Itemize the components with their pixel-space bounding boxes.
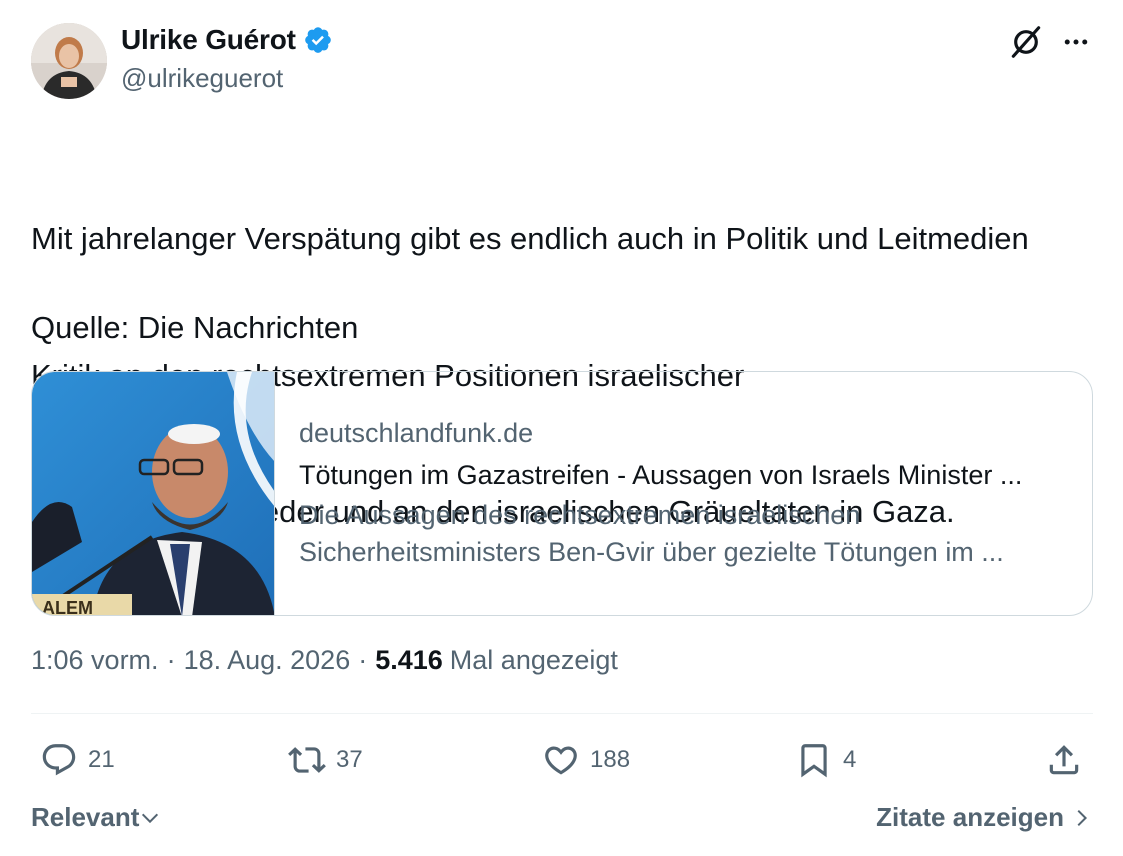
repost-icon	[288, 747, 326, 773]
quotes-label: Zitate anzeigen	[876, 802, 1064, 832]
more-icon	[1064, 39, 1088, 45]
chevron-down-icon	[142, 813, 159, 823]
grok-button[interactable]	[1006, 22, 1046, 62]
reply-button[interactable]: 21	[40, 738, 115, 782]
tweet-source-line: Quelle: Die Nachrichten	[31, 310, 359, 345]
tweet-time[interactable]: 1:06 vorm.	[31, 645, 159, 676]
card-description-line: Sicherheitsministers Ben-Gvir über gezie…	[299, 537, 1004, 567]
views-count[interactable]: 5.416	[375, 645, 443, 676]
card-description-line: Die Aussagen des rechtsextremen israelis…	[299, 500, 861, 530]
sort-label: Relevant	[31, 802, 140, 832]
more-button[interactable]	[1056, 22, 1096, 62]
bookmark-count: 4	[843, 746, 857, 773]
meta-separator: ·	[166, 645, 176, 675]
reply-icon	[42, 744, 76, 776]
bookmark-button[interactable]: 4	[795, 738, 856, 782]
avatar[interactable]	[31, 23, 107, 99]
sort-relevant-dropdown[interactable]: Relevant	[31, 802, 161, 833]
divider	[31, 713, 1093, 714]
share-icon	[1049, 745, 1079, 775]
author-name-row[interactable]: Ulrike Guérot	[121, 24, 333, 56]
avatar-image	[31, 23, 107, 99]
tweet-date[interactable]: 18. Aug. 2026	[184, 645, 351, 676]
view-quotes-link[interactable]: Zitate anzeigen	[876, 802, 1092, 833]
card-body[interactable]: deutschlandfunk.de Tötungen im Gazastrei…	[275, 372, 1022, 615]
author-display-name[interactable]: Ulrike Guérot	[121, 24, 296, 56]
repost-count: 37	[336, 746, 363, 773]
card-domain: deutschlandfunk.de	[299, 418, 534, 448]
repost-button[interactable]: 37	[288, 738, 363, 782]
tweet-text-line: Mit jahrelanger Verspätung gibt es endli…	[31, 221, 1029, 256]
card-image[interactable]: ALEM	[32, 372, 275, 615]
tweet: Ulrike Guérot @ulrikeguerot Mit jahrelan…	[0, 0, 1123, 856]
verified-badge-icon[interactable]	[303, 25, 333, 55]
grok-icon	[1011, 26, 1041, 58]
link-preview-card[interactable]: ALEM deutschlandfunk.de Tötungen im Gaza…	[31, 371, 1093, 616]
tweet-meta: 1:06 vorm. · 18. Aug. 2026 · 5.416 Mal a…	[31, 645, 618, 676]
bookmark-icon	[801, 744, 827, 778]
chevron-right-icon	[1077, 809, 1088, 826]
views-label[interactable]: Mal angezeigt	[450, 645, 618, 676]
card-image-sign-text: ALEM	[42, 598, 93, 615]
reply-count: 21	[88, 746, 115, 773]
like-button[interactable]: 188	[542, 738, 630, 782]
card-photo: ALEM	[32, 372, 274, 615]
card-description: Die Aussagen des rechtsextremen israelis…	[299, 497, 1022, 571]
like-count: 188	[590, 746, 631, 773]
meta-separator: ·	[358, 645, 368, 675]
share-button[interactable]	[1045, 738, 1083, 782]
author-handle[interactable]: @ulrikeguerot	[121, 63, 283, 94]
like-icon	[545, 746, 577, 775]
card-title[interactable]: Tötungen im Gazastreifen - Aussagen von …	[299, 458, 1022, 492]
